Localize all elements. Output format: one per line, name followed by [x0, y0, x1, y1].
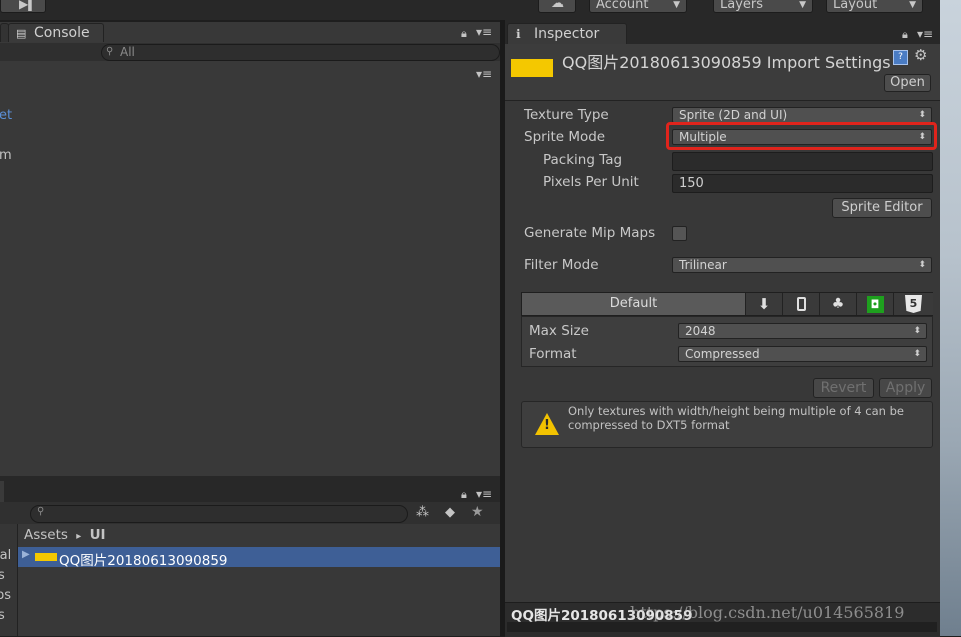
layout-dropdown[interactable]: Layout ▼ — [826, 0, 923, 13]
search-placeholder: All — [120, 45, 135, 59]
pixels-per-unit-label: Pixels Per Unit — [543, 174, 639, 190]
tab-platform-webgl[interactable]: 5 — [893, 293, 933, 315]
folder-item-fragment[interactable]: ial — [0, 548, 11, 563]
search-icon: ⚲ — [37, 506, 45, 517]
folder-item-fragment[interactable]: ps — [0, 588, 11, 603]
dropdown-arrow-icon: ▼ — [673, 0, 680, 10]
warning-icon-mark: ! — [544, 418, 550, 433]
updown-arrow-icon: ⬍ — [918, 110, 926, 120]
texture-type-value: Sprite (2D and UI) — [679, 108, 788, 122]
layers-dropdown[interactable]: Layers ▼ — [713, 0, 813, 13]
tab-platform-default[interactable]: Default — [522, 293, 745, 315]
highlight-box — [666, 122, 937, 150]
hierarchy-item-fragment[interactable]: et — [0, 108, 12, 123]
lock-icon[interactable]: 🔒︎ — [461, 27, 467, 41]
inspector-tab-label: Inspector — [534, 26, 600, 42]
generate-mip-maps-checkbox[interactable] — [672, 226, 687, 241]
open-button[interactable]: Open — [884, 74, 931, 92]
expand-arrow-icon[interactable]: ▶ — [22, 549, 30, 560]
format-label: Format — [529, 346, 577, 362]
sprite-mode-label: Sprite Mode — [524, 129, 606, 145]
breadcrumb-assets[interactable]: Assets — [24, 527, 68, 543]
tab-platform-windows-store[interactable]: ◘ — [856, 293, 893, 315]
help-book-icon[interactable]: ? — [893, 50, 908, 65]
format-value: Compressed — [685, 347, 760, 361]
download-icon: ⬇ — [757, 295, 771, 313]
breadcrumb: Assets ▸ UI — [24, 527, 106, 543]
tab-platform-standalone[interactable]: ⬇ — [745, 293, 782, 315]
project-tab-bar — [0, 476, 500, 502]
tab-platform-ios[interactable] — [782, 293, 819, 315]
texture-thumbnail-icon — [35, 553, 57, 561]
lock-icon[interactable]: 🔒︎ — [461, 488, 467, 502]
layers-label: Layers — [720, 0, 764, 12]
folder-item-fragment[interactable]: s — [0, 608, 5, 623]
asset-preview-icon — [511, 59, 553, 77]
tab-menu-icon[interactable]: ▾≡ — [917, 27, 933, 41]
updown-arrow-icon: ⬍ — [913, 349, 921, 359]
cloud-icon: ☁ — [551, 0, 564, 11]
gear-icon[interactable]: ⚙ — [914, 46, 927, 64]
packing-tag-input[interactable] — [672, 152, 933, 171]
packing-tag-label: Packing Tag — [543, 152, 623, 168]
console-panel — [0, 42, 500, 476]
generate-mip-maps-label: Generate Mip Maps — [524, 225, 656, 241]
watermark-text: https://blog.csdn.net/u014565819 — [630, 603, 905, 622]
phone-icon — [796, 297, 806, 311]
dropdown-arrow-icon: ▼ — [909, 0, 916, 10]
tab-platform-android[interactable]: ♣ — [819, 293, 856, 315]
pixels-per-unit-input[interactable]: 150 — [672, 174, 933, 193]
breadcrumb-ui[interactable]: UI — [90, 527, 106, 543]
favorite-star-icon[interactable]: ★ — [471, 504, 484, 520]
filter-mode-dropdown[interactable]: Trilinear ⬍ — [672, 257, 932, 273]
console-search-input[interactable]: ⚲ All — [101, 44, 500, 61]
format-dropdown[interactable]: Compressed ⬍ — [678, 346, 927, 362]
dropdown-arrow-icon: ▼ — [799, 0, 806, 10]
filter-mode-value: Trilinear — [679, 258, 727, 272]
tab-menu-icon[interactable]: ▾≡ — [476, 487, 492, 501]
step-icon: ▶▍ — [19, 0, 38, 11]
info-icon: ℹ — [516, 27, 521, 41]
panel-menu-icon[interactable]: ▾≡ — [476, 67, 492, 81]
apply-button[interactable]: Apply — [879, 378, 932, 398]
hierarchy-item-fragment[interactable]: m — [0, 148, 12, 163]
sprite-editor-button[interactable]: Sprite Editor — [832, 198, 932, 218]
account-dropdown[interactable]: Account ▼ — [589, 0, 687, 13]
warning-text: Only textures with width/height being mu… — [568, 404, 904, 432]
project-tab-fragment[interactable] — [0, 481, 4, 502]
filter-type-icon[interactable]: ⁂ — [416, 505, 429, 520]
folder-item-fragment[interactable]: s — [0, 568, 5, 583]
texture-type-dropdown[interactable]: Sprite (2D and UI) ⬍ — [672, 107, 932, 123]
account-label: Account — [596, 0, 649, 12]
updown-arrow-icon: ⬍ — [913, 326, 921, 336]
max-size-dropdown[interactable]: 2048 ⬍ — [678, 323, 927, 339]
project-search-input[interactable]: ⚲ — [30, 505, 408, 523]
preview-resize-handle[interactable] — [507, 622, 937, 632]
cloud-button[interactable]: ☁ — [538, 0, 576, 13]
filter-mode-label: Filter Mode — [524, 257, 599, 273]
layout-label: Layout — [833, 0, 878, 12]
windows-store-icon: ◘ — [866, 295, 884, 313]
revert-button[interactable]: Revert — [813, 378, 874, 398]
max-size-label: Max Size — [529, 323, 589, 339]
html5-icon: 5 — [905, 295, 922, 313]
android-icon: ♣ — [831, 296, 845, 312]
tab-console[interactable]: ▤ Console — [8, 23, 104, 43]
console-tab-label: Console — [34, 25, 90, 41]
inspector-title: QQ图片20180613090859 Import Settings — [562, 53, 891, 72]
tab-inspector[interactable]: ℹ Inspector — [507, 23, 627, 45]
asset-name: QQ图片20180613090859 — [59, 553, 228, 569]
updown-arrow-icon: ⬍ — [918, 260, 926, 270]
list-item-selected[interactable]: ▶ QQ图片20180613090859 — [18, 547, 500, 569]
tag-icon[interactable]: ◆ — [445, 505, 455, 520]
desktop-background-strip — [940, 0, 961, 636]
breadcrumb-separator: ▸ — [76, 531, 82, 542]
max-size-value: 2048 — [685, 324, 716, 338]
console-icon: ▤ — [16, 27, 27, 40]
search-icon: ⚲ — [106, 46, 114, 57]
step-button[interactable]: ▶▍ — [0, 0, 46, 13]
lock-icon[interactable]: 🔒︎ — [902, 28, 908, 42]
tab-menu-icon[interactable]: ▾≡ — [476, 25, 492, 39]
texture-type-label: Texture Type — [524, 107, 609, 123]
